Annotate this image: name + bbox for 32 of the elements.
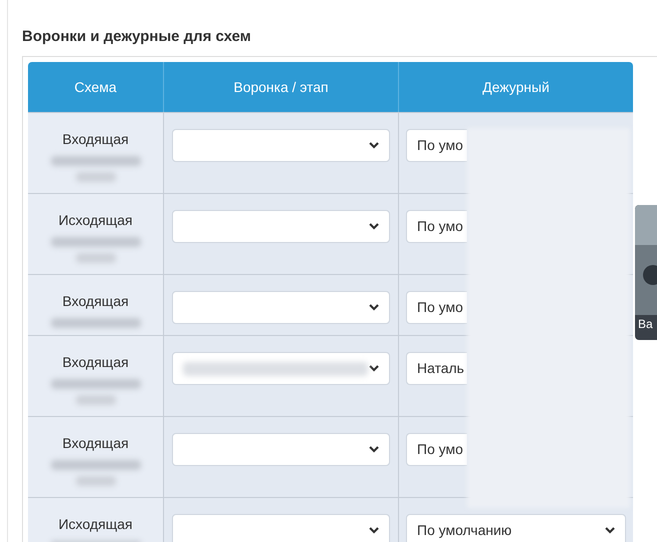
section-title: Воронки и дежурные для схем [22, 27, 252, 47]
dropdown[interactable]: По умо [406, 291, 467, 324]
redaction-blur [76, 395, 116, 405]
chevron-down-icon [369, 365, 379, 372]
table-cell-text: Исходящая [58, 515, 133, 534]
chevron-down-icon [369, 446, 379, 453]
chevron-down-icon [605, 527, 615, 534]
redaction-blur [76, 253, 116, 263]
video-label: Ва [637, 316, 654, 333]
chevron-down-icon [369, 527, 379, 534]
dropdown[interactable] [172, 514, 390, 542]
column-header: Схема [73, 78, 118, 96]
table-cell-text: Исходящая [58, 211, 133, 230]
dropdown[interactable]: По умолчанию [406, 514, 626, 542]
dropdown[interactable] [172, 210, 390, 243]
table-cell-text: Входящая [62, 434, 129, 453]
redaction-blur [76, 476, 116, 486]
dropdown[interactable] [172, 352, 390, 385]
dropdown[interactable]: По умо [406, 129, 467, 162]
chevron-down-icon [369, 304, 379, 311]
dropdown[interactable] [172, 291, 390, 324]
chevron-down-icon [369, 142, 379, 149]
dropdown[interactable]: По умо [406, 210, 467, 243]
table-cell-text: Входящая [62, 292, 129, 311]
dropdown[interactable]: Наталь [406, 352, 467, 385]
table-cell-text: Входящая [62, 353, 129, 372]
dropdown[interactable] [172, 433, 390, 466]
table-cell-text: Входящая [62, 130, 129, 149]
dropdown[interactable]: По умо [406, 433, 467, 466]
dropdown[interactable] [172, 129, 390, 162]
redaction-blur [76, 172, 116, 182]
chevron-down-icon [369, 223, 379, 230]
